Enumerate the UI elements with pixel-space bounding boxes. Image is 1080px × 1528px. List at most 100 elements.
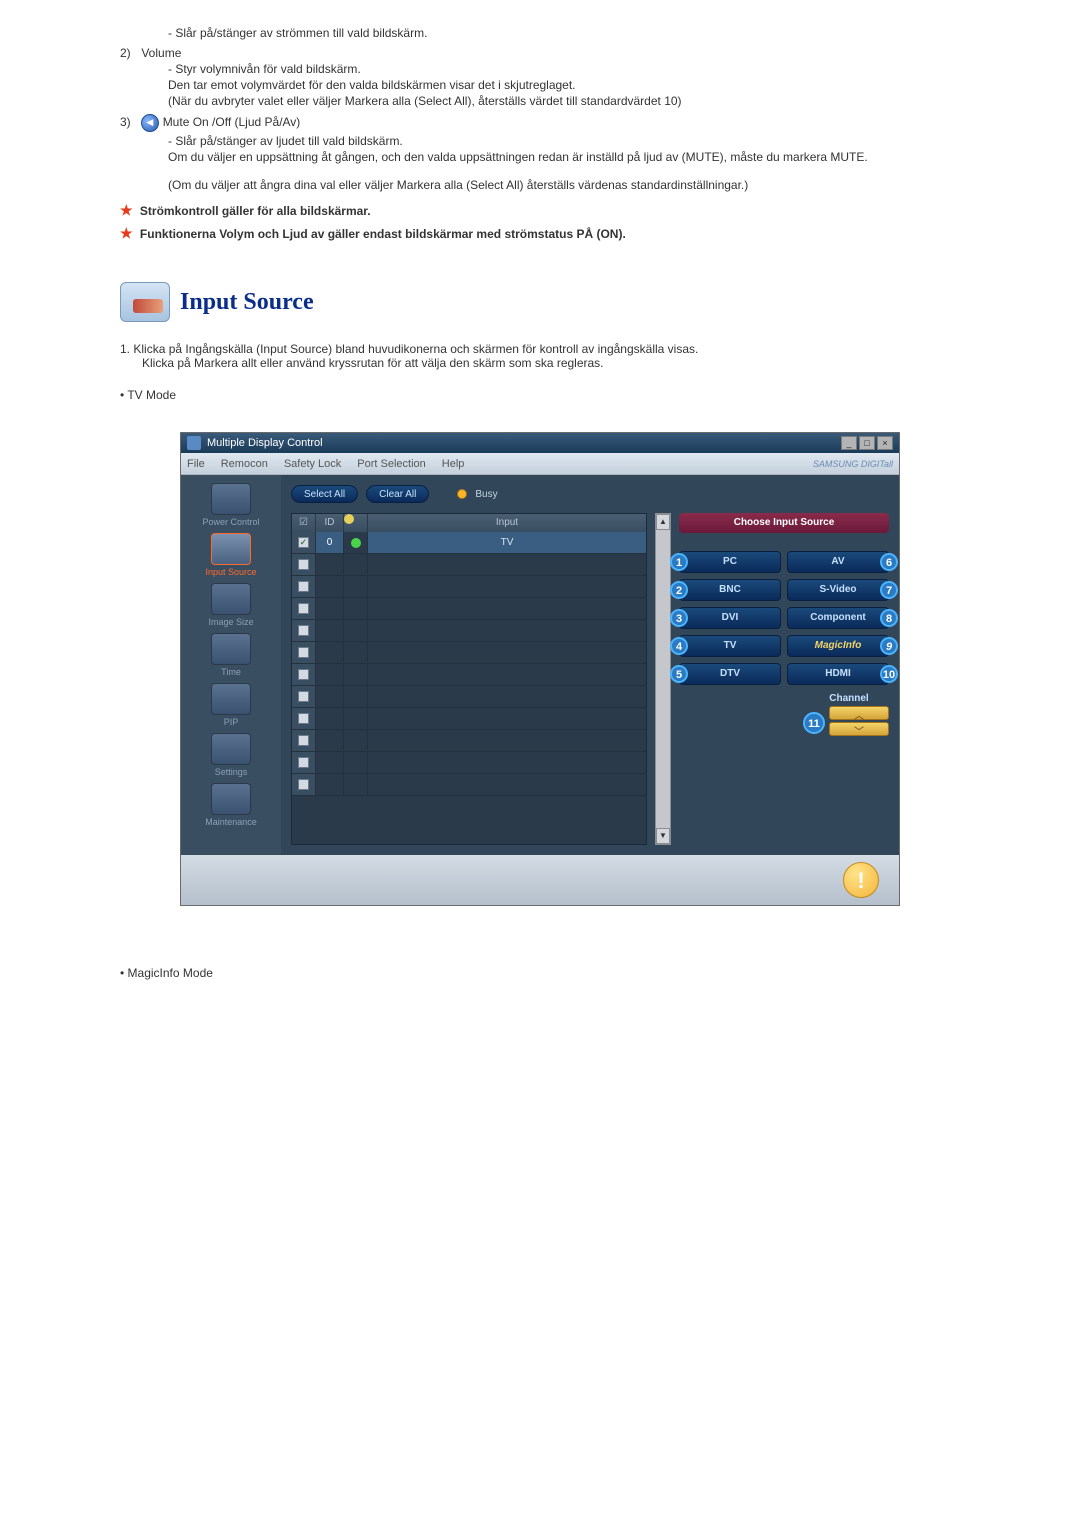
row-status	[344, 774, 368, 795]
channel-up-button[interactable]: ︿	[829, 706, 889, 720]
row-input	[368, 774, 646, 795]
row-id	[316, 686, 344, 707]
row-id	[316, 642, 344, 663]
row-status	[344, 686, 368, 707]
row-id	[316, 620, 344, 641]
table-row[interactable]: 0 TV	[292, 532, 646, 554]
select-all-button[interactable]: Select All	[291, 485, 358, 503]
channel-label: Channel	[809, 693, 889, 704]
source-svideo-button[interactable]: S-Video 7	[787, 579, 889, 601]
row-checkbox[interactable]	[298, 537, 309, 548]
table-row[interactable]	[292, 664, 646, 686]
menu-file[interactable]: File	[187, 458, 205, 470]
star-icon: ★	[120, 225, 133, 241]
annotation-7: 7	[880, 581, 898, 599]
annotation-9: 9	[880, 637, 898, 655]
menu-port-selection[interactable]: Port Selection	[357, 458, 425, 470]
table-row[interactable]	[292, 708, 646, 730]
row-checkbox[interactable]	[298, 625, 309, 636]
close-button[interactable]: ×	[877, 436, 893, 450]
row-input	[368, 598, 646, 619]
volume-line2: Den tar emot volymvärdet för den valda b…	[168, 78, 1020, 92]
annotation-1: 1	[670, 553, 688, 571]
menu-help[interactable]: Help	[442, 458, 465, 470]
row-status	[344, 576, 368, 597]
col-checkbox: ☑	[292, 514, 316, 532]
row-id: 0	[316, 532, 344, 553]
menu-bar: File Remocon Safety Lock Port Selection …	[181, 453, 899, 475]
pip-icon	[211, 683, 251, 715]
title-bar: Multiple Display Control _ □ ×	[181, 433, 899, 453]
maximize-button[interactable]: □	[859, 436, 875, 450]
source-magicinfo-button[interactable]: MagicInfo 9	[787, 635, 889, 657]
source-av-button[interactable]: AV 6	[787, 551, 889, 573]
image-size-icon	[211, 583, 251, 615]
status-green-icon	[351, 538, 361, 548]
source-dtv-button[interactable]: 5 DTV	[679, 663, 781, 685]
source-hdmi-button[interactable]: HDMI 10	[787, 663, 889, 685]
row-checkbox[interactable]	[298, 581, 309, 592]
scroll-down-button[interactable]: ▼	[656, 828, 670, 844]
table-row[interactable]	[292, 686, 646, 708]
annotation-11: 11	[803, 712, 825, 734]
power-icon	[211, 483, 251, 515]
source-tv-button[interactable]: 4 TV	[679, 635, 781, 657]
row-checkbox[interactable]	[298, 779, 309, 790]
row-checkbox[interactable]	[298, 735, 309, 746]
row-checkbox[interactable]	[298, 757, 309, 768]
source-bnc-button[interactable]: 2 BNC	[679, 579, 781, 601]
row-checkbox[interactable]	[298, 603, 309, 614]
mute-icon	[141, 114, 159, 132]
row-input	[368, 664, 646, 685]
status-bar: !	[181, 855, 899, 905]
row-input	[368, 752, 646, 773]
annotation-6: 6	[880, 553, 898, 571]
input-source-heading-icon	[120, 282, 170, 322]
row-input: TV	[368, 532, 646, 553]
sidebar-item-time[interactable]: Time	[187, 633, 275, 677]
clear-all-button[interactable]: Clear All	[366, 485, 429, 503]
mute-label: Mute On /Off (Ljud På/Av)	[163, 115, 301, 129]
scroll-up-button[interactable]: ▲	[656, 514, 670, 530]
table-row[interactable]	[292, 598, 646, 620]
note-1: Strömkontroll gäller för alla bildskärma…	[140, 204, 371, 218]
note-2: Funktionerna Volym och Ljud av gäller en…	[140, 227, 626, 241]
table-row[interactable]	[292, 774, 646, 796]
table-row[interactable]	[292, 554, 646, 576]
table-row[interactable]	[292, 620, 646, 642]
minimize-button[interactable]: _	[841, 436, 857, 450]
menu-safety-lock[interactable]: Safety Lock	[284, 458, 341, 470]
sidebar-item-maintenance[interactable]: Maintenance	[187, 783, 275, 827]
time-icon	[211, 633, 251, 665]
col-id: ID	[316, 514, 344, 532]
busy-indicator-icon	[457, 489, 467, 499]
row-checkbox[interactable]	[298, 669, 309, 680]
sidebar-item-settings[interactable]: Settings	[187, 733, 275, 777]
table-row[interactable]	[292, 576, 646, 598]
menu-remocon[interactable]: Remocon	[221, 458, 268, 470]
source-pc-button[interactable]: 1 PC	[679, 551, 781, 573]
row-checkbox[interactable]	[298, 647, 309, 658]
table-row[interactable]	[292, 642, 646, 664]
volume-line1: - Styr volymnivån för vald bildskärm.	[168, 62, 1020, 76]
warning-icon[interactable]: !	[843, 862, 879, 898]
channel-down-button[interactable]: ﹀	[829, 722, 889, 736]
sidebar-item-image-size[interactable]: Image Size	[187, 583, 275, 627]
source-component-button[interactable]: Component 8	[787, 607, 889, 629]
sidebar-item-pip[interactable]: PIP	[187, 683, 275, 727]
sidebar-item-input-source[interactable]: Input Source	[187, 533, 275, 577]
table-row[interactable]	[292, 752, 646, 774]
app-icon	[187, 436, 201, 450]
row-input	[368, 708, 646, 729]
maintenance-icon	[211, 783, 251, 815]
annotation-5: 5	[670, 665, 688, 683]
row-checkbox[interactable]	[298, 691, 309, 702]
row-checkbox[interactable]	[298, 559, 309, 570]
volume-label: Volume	[141, 46, 181, 60]
row-status	[344, 598, 368, 619]
table-row[interactable]	[292, 730, 646, 752]
source-dvi-button[interactable]: 3 DVI	[679, 607, 781, 629]
row-checkbox[interactable]	[298, 713, 309, 724]
vertical-scrollbar[interactable]: ▲ ▼	[655, 513, 671, 845]
sidebar-item-power-control[interactable]: Power Control	[187, 483, 275, 527]
